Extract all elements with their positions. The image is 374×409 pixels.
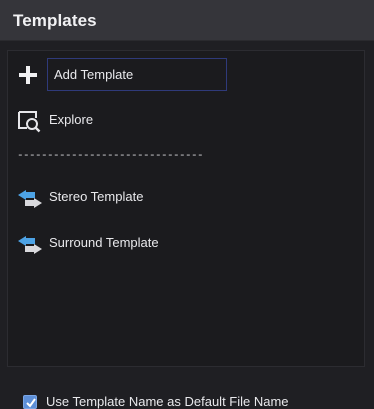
surround-template-icon	[17, 232, 42, 254]
stereo-template-label: Stereo Template	[49, 189, 144, 204]
checkmark-icon	[26, 398, 36, 408]
plus-icon	[17, 64, 41, 86]
explore-icon	[17, 109, 41, 133]
explore-item[interactable]: Explore	[8, 104, 364, 134]
panel-title: Templates	[13, 11, 97, 30]
surround-template-item[interactable]: Surround Template	[8, 227, 364, 257]
stereo-template-icon	[17, 186, 42, 208]
footer: Use Template Name as Default File Name	[0, 378, 374, 409]
templates-panel: Templates Add Template Explore ---------…	[0, 0, 374, 409]
panel-header: Templates	[0, 0, 374, 41]
surround-template-label: Surround Template	[49, 235, 159, 250]
separator-line: -------------------------------	[17, 150, 204, 162]
stereo-template-item[interactable]: Stereo Template	[8, 181, 364, 211]
add-template-item[interactable]: Add Template	[8, 59, 364, 89]
add-template-label: Add Template	[54, 67, 134, 82]
explore-label: Explore	[49, 112, 94, 127]
templates-list: Add Template Explore -------------------…	[7, 50, 365, 367]
